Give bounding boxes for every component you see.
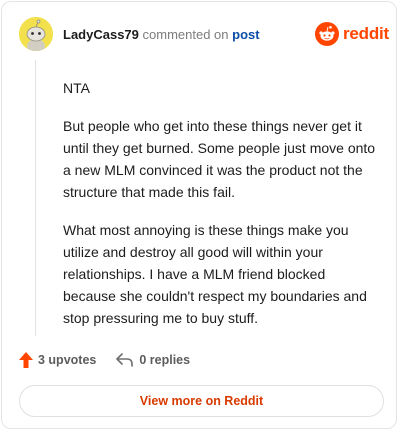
- reddit-logo[interactable]: reddit: [315, 22, 389, 46]
- comment-action-text: commented on: [142, 27, 229, 42]
- thread-line: [35, 60, 36, 336]
- username[interactable]: LadyCass79: [63, 27, 139, 42]
- replies-stat[interactable]: 0 replies: [116, 353, 190, 367]
- comment-paragraph: What most annoying is these things make …: [63, 222, 367, 326]
- reply-arrow-icon: [116, 353, 134, 367]
- snoo-avatar-icon: [19, 17, 53, 51]
- comment-paragraph: NTA: [63, 80, 90, 96]
- comment-paragraph: But people who get into these things nev…: [63, 118, 376, 200]
- post-link[interactable]: post: [232, 27, 259, 42]
- upvotes-count: 3 upvotes: [38, 353, 97, 367]
- reddit-wordmark: reddit: [343, 24, 390, 43]
- reddit-comment-embed: LadyCass79 commented on post reddit NTA …: [1, 1, 397, 429]
- upvotes-stat[interactable]: 3 upvotes: [19, 352, 96, 368]
- comment-body: NTA But people who get into these things…: [63, 77, 381, 345]
- view-more-button[interactable]: View more on Reddit: [19, 385, 384, 417]
- upvote-arrow-icon: [19, 352, 33, 368]
- comment-stats: 3 upvotes 0 replies: [19, 349, 190, 371]
- comment-header: LadyCass79 commented on post: [63, 27, 260, 43]
- replies-count: 0 replies: [139, 353, 191, 367]
- avatar[interactable]: [19, 17, 53, 51]
- reddit-snoo-icon: [315, 22, 339, 46]
